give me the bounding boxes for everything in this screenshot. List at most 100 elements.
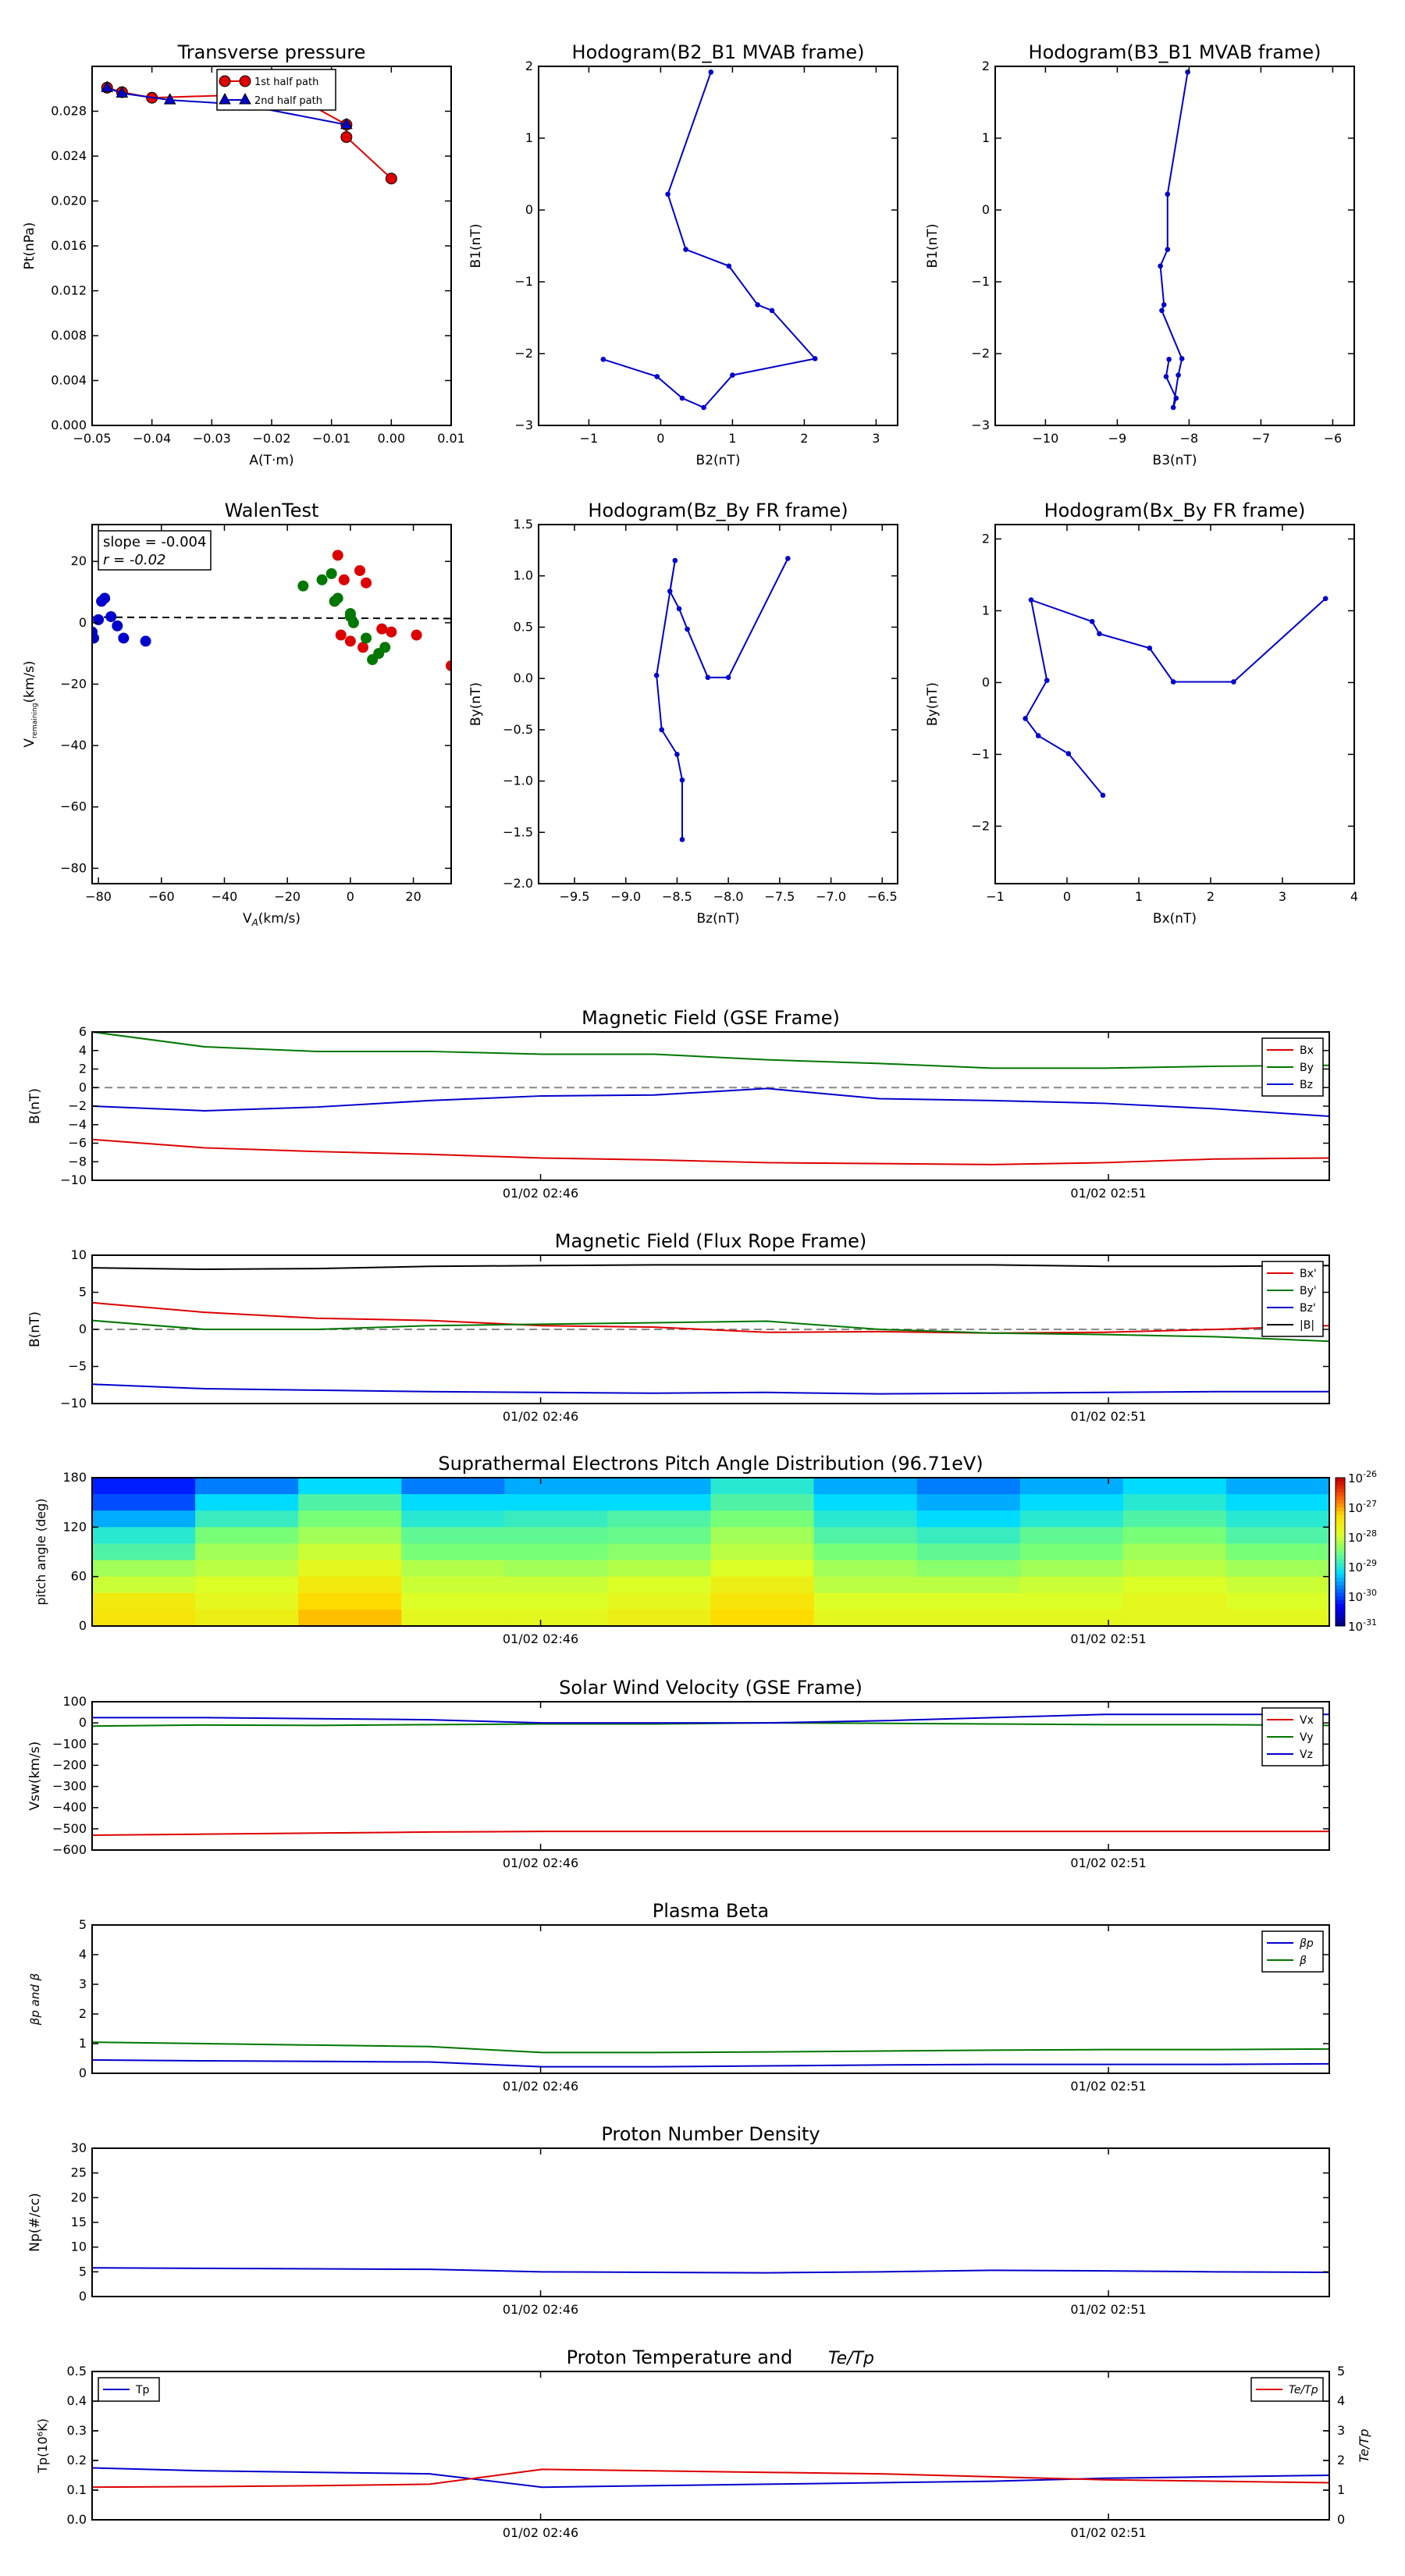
plot-area [653, 556, 791, 842]
legend: Tp [98, 2377, 160, 2402]
heatmap-cell [607, 1576, 711, 1594]
heatmap-cell [195, 1609, 299, 1626]
series-line [92, 1087, 1329, 1118]
y-tick-label: 0.0 [514, 671, 533, 685]
y-tick-label: −1.5 [503, 824, 533, 839]
data-point [600, 357, 606, 362]
x-axis-label: Bz(nT) [696, 911, 739, 927]
chart-title: Proton Number Density [601, 2123, 820, 2145]
y-tick-label: 5 [79, 1917, 87, 1932]
colorbar-label: 10-28 [1348, 1528, 1377, 1545]
y-tick-label: 0.4 [67, 2393, 87, 2408]
colorbar-segment [1336, 1503, 1345, 1508]
data-point [708, 69, 714, 75]
x-tick-label: 4 [1350, 889, 1358, 904]
x-tick-label: −60 [148, 889, 175, 904]
chart-title: Solar Wind Velocity (GSE Frame) [559, 1677, 863, 1699]
data-point [1170, 679, 1176, 685]
heatmap-cell [92, 1478, 196, 1495]
heatmap-cell [916, 1576, 1021, 1594]
heatmap-cell [298, 1576, 402, 1594]
y-tick-label: −100 [52, 1736, 87, 1751]
heatmap-cell [710, 1543, 815, 1561]
y-tick-label: −2 [514, 346, 533, 361]
series-line [92, 1831, 1329, 1836]
x-tick-label: 0 [347, 889, 354, 904]
data-point [1161, 302, 1167, 308]
heatmap-cell [195, 1494, 299, 1511]
heatmap-cell [195, 1543, 299, 1561]
panel-h3: −9.5 −9.0 −8.5 −8.0 −7.5 −7.0 −6.5 −2.0 −1.5 −1.0… [468, 500, 898, 927]
data-point [679, 777, 685, 783]
heatmap-cell [504, 1609, 608, 1626]
x-tick-label: −0.04 [133, 431, 171, 446]
x-tick-label: 01/02 02:46 [503, 1631, 578, 1646]
heatmap-cell [504, 1576, 608, 1594]
chart-title: Hodogram(Bx_By FR frame) [1044, 500, 1306, 521]
colorbar-segment [1336, 1529, 1345, 1534]
plot-area [1158, 69, 1190, 411]
y-tick-label: −1 [971, 274, 990, 289]
colorbar-base: 10 [1348, 1560, 1363, 1574]
y-tick-label: 30 [71, 2140, 87, 2155]
colorbar: 10-2610-2710-2810-2910-3010-31 [1335, 1469, 1377, 1634]
heatmap-cell [813, 1527, 918, 1544]
data-point [340, 131, 353, 144]
data-point [679, 395, 685, 401]
colorbar-segment [1336, 1614, 1345, 1619]
chart-title: Suprathermal Electrons Pitch Angle Distr… [438, 1453, 983, 1475]
heatmap-cell [1225, 1510, 1329, 1528]
heatmap-cell [298, 1478, 402, 1495]
heatmap-cell [195, 1478, 299, 1495]
heatmap-cell [92, 1560, 196, 1578]
data-point [344, 635, 356, 647]
y-tick-label: 0 [79, 615, 87, 630]
colorbar-segment [1336, 1493, 1345, 1497]
y-tick-label: 10 [71, 2240, 87, 2254]
heatmap-cell [504, 1543, 608, 1561]
plot-area [1023, 596, 1329, 799]
legend-label: Vy [1300, 1731, 1314, 1744]
y-tick-label: 1 [79, 2036, 87, 2051]
plot-area [92, 1713, 1329, 1836]
heatmap-cell [916, 1510, 1021, 1528]
y-tick-label: 10 [71, 1247, 87, 1262]
x-tick-label: −8.5 [662, 889, 692, 904]
data-point [92, 632, 100, 644]
colorbar-segment [1336, 1611, 1345, 1616]
heatmap-cell [298, 1527, 402, 1544]
heatmap-cell [504, 1592, 608, 1610]
y-tick-label: −5 [68, 1359, 87, 1374]
colorbar-segment [1336, 1555, 1345, 1560]
y-tick-label: 6 [79, 1024, 87, 1039]
heatmap-cell [298, 1494, 402, 1511]
chart-title: Hodogram(Bz_By FR frame) [588, 500, 848, 521]
y-tick-label: −10 [60, 1172, 87, 1187]
y-tick-label: 0.024 [51, 148, 87, 163]
data-point [1089, 618, 1095, 624]
heatmap-cell [710, 1592, 815, 1610]
colorbar-segment [1336, 1563, 1345, 1567]
x-tick-label: −6 [1324, 431, 1343, 446]
data-point [674, 752, 680, 757]
y-tick-label: 20 [71, 553, 87, 568]
x-tick-label: 01/02 02:46 [503, 2302, 578, 2317]
heatmap-cell [1122, 1576, 1227, 1594]
data-point [685, 626, 690, 632]
x-axis-label: VA(km/s) [243, 911, 301, 928]
heatmap-cell [1122, 1543, 1227, 1561]
heatmap-cell [916, 1592, 1021, 1610]
y-tick-label: 120 [62, 1519, 87, 1534]
heatmap-cell [1225, 1576, 1329, 1594]
plot-frame [91, 524, 452, 884]
colorbar-segment [1336, 1607, 1345, 1612]
heatmap-cell [813, 1543, 918, 1561]
y-tick-label: −40 [60, 738, 87, 753]
series-line [92, 2267, 1329, 2274]
y-tick-label: −1.0 [503, 774, 533, 788]
y-tick-label: 0 [79, 1322, 87, 1336]
data-point [812, 356, 818, 361]
data-point [361, 577, 372, 589]
x-tick-label: −9.5 [560, 889, 590, 904]
x-tick-label: 01/02 02:51 [1070, 1409, 1146, 1424]
